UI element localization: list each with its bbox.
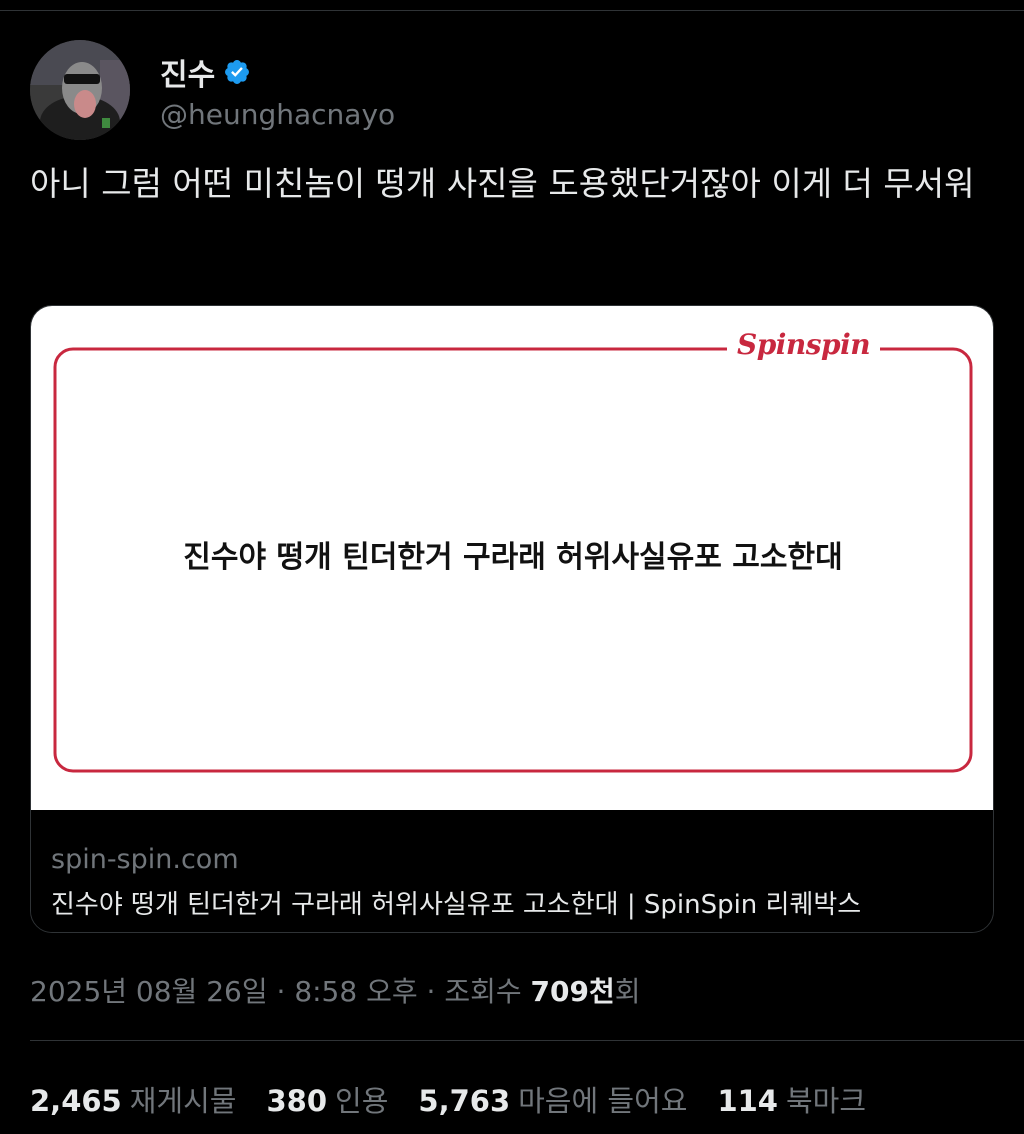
stat-bookmarks-count: 114 — [717, 1084, 778, 1118]
tweet-text: 아니 그럼 어떤 미친놈이 떵개 사진을 도용했단거잖아 이게 더 무서워 — [30, 164, 975, 203]
tweet-meta: 2025년 08월 26일 · 8:58 오후 · 조회수 709천회 — [30, 970, 641, 1010]
card-image[interactable]: Spinspin 진수야 떵개 틴더한거 구라래 허위사실유포 고소한대 — [31, 306, 993, 810]
tweet-date[interactable]: 2025년 08월 26일 — [30, 975, 268, 1008]
tweet-header: 진수 @heunghacnayo — [30, 40, 395, 140]
avatar[interactable] — [30, 40, 130, 140]
stat-likes[interactable]: 5,763 마음에 들어요 — [418, 1078, 687, 1120]
display-name[interactable]: 진수 — [160, 50, 215, 94]
stat-reposts-label: 재게시물 — [129, 1084, 237, 1118]
views-label: 조회수 — [444, 975, 531, 1008]
engagement-stats: 2,465 재게시물 380 인용 5,763 마음에 들어요 114 북마크 — [30, 1078, 896, 1120]
name-row: 진수 — [160, 50, 395, 94]
card-domain: spin-spin.com — [51, 844, 239, 875]
views-suffix: 회 — [614, 975, 641, 1008]
stat-quotes-count: 380 — [266, 1084, 328, 1118]
link-card[interactable]: Spinspin 진수야 떵개 틴더한거 구라래 허위사실유포 고소한대 spi… — [30, 305, 994, 933]
card-headline: 진수야 떵개 틴더한거 구라래 허위사실유포 고소한대 — [183, 540, 843, 575]
card-title: 진수야 떵개 틴더한거 구라래 허위사실유포 고소한대 | SpinSpin 리… — [51, 890, 862, 920]
verified-badge-icon — [225, 59, 250, 84]
meta-separator: · — [417, 975, 445, 1008]
views-count: 709천 — [530, 975, 615, 1008]
stat-bookmarks-label: 북마크 — [785, 1084, 867, 1118]
stat-reposts-count: 2,465 — [30, 1084, 122, 1118]
author-names: 진수 @heunghacnayo — [160, 50, 395, 131]
stat-quotes[interactable]: 380 인용 — [266, 1078, 388, 1120]
stat-reposts[interactable]: 2,465 재게시물 — [30, 1078, 236, 1120]
top-divider — [0, 10, 1024, 11]
stat-likes-count: 5,763 — [418, 1084, 511, 1118]
spinspin-logo: Spinspin — [727, 328, 881, 361]
stats-divider — [30, 1040, 1024, 1041]
tweet-page: 진수 @heunghacnayo 아니 그럼 어떤 미친놈이 떵개 사진을 도용… — [0, 0, 1024, 1134]
stat-bookmarks[interactable]: 114 북마크 — [717, 1078, 866, 1120]
card-footer[interactable]: spin-spin.com 진수야 떵개 틴더한거 구라래 허위사실유포 고소한… — [31, 810, 993, 932]
stat-quotes-label: 인용 — [335, 1084, 389, 1118]
author-handle[interactable]: @heunghacnayo — [160, 98, 395, 131]
meta-separator: · — [267, 975, 295, 1008]
avatar-image-icon — [30, 40, 130, 140]
tweet-time[interactable]: 8:58 오후 — [294, 975, 417, 1008]
stat-likes-label: 마음에 들어요 — [518, 1084, 688, 1118]
